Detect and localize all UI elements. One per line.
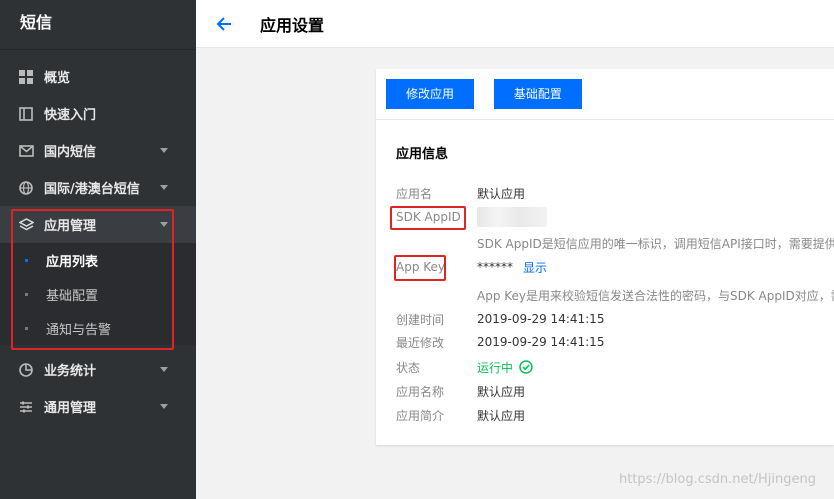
field-label: 最近修改: [396, 335, 445, 350]
sidebar-item-quickstart[interactable]: 快速入门: [0, 95, 196, 132]
chevron-down-icon: [160, 367, 168, 372]
sidebar-item-label: 快速入门: [44, 108, 97, 123]
chevron-down-icon: [160, 148, 168, 153]
book-icon: [18, 106, 34, 122]
sidebar-item-overview[interactable]: 概览: [0, 58, 196, 95]
sdk-appid-hint: SDK AppID是短信应用的唯一标识，调用短信API接口时，需要提供: [477, 237, 834, 251]
card-toolbar: 修改应用 基础配置: [376, 69, 834, 120]
sidebar-item-app-management[interactable]: 应用管理: [0, 206, 196, 243]
sidebar-item-domestic-sms[interactable]: 国内短信: [0, 132, 196, 169]
back-arrow-icon[interactable]: [214, 14, 234, 34]
bullet-icon: [25, 327, 28, 330]
row-app-name: 应用名 默认应用: [396, 184, 525, 202]
sidebar-subitem-label: 通知与告警: [46, 322, 112, 338]
sidebar: 短信 概览 快速入门 国内短信 国际/港澳台短信 应用管理 应用列表 基础配置 …: [0, 0, 196, 499]
page-header: 应用设置: [196, 0, 834, 48]
check-circle-icon: [519, 360, 533, 374]
bullet-icon: [25, 259, 28, 262]
chevron-down-icon: [160, 222, 168, 227]
status-text: 运行中: [477, 360, 514, 375]
row-sdk-appid: SDK AppID: [396, 207, 547, 227]
sidebar-item-label: 业务统计: [44, 364, 97, 379]
field-label: App Key: [396, 260, 446, 274]
sdk-appid-redacted: [477, 207, 547, 227]
field-label: 应用简介: [396, 408, 445, 423]
app-key-masked: ******: [477, 260, 513, 274]
sidebar-subitem-notify-alarm[interactable]: 通知与告警: [0, 311, 196, 345]
globe-icon: [18, 180, 34, 196]
sidebar-subitem-basic-config[interactable]: 基础配置: [0, 277, 196, 311]
sidebar-brand: 短信: [0, 0, 196, 50]
watermark: https://blog.csdn.net/Hjingeng: [618, 472, 816, 487]
chevron-down-icon: [160, 185, 168, 190]
row-app-key: App Key ****** 显示: [396, 258, 547, 276]
sidebar-nav: 概览 快速入门 国内短信 国际/港澳台短信 应用管理 应用列表 基础配置 通知与…: [0, 50, 196, 425]
row-full-name: 应用名称 默认应用: [396, 382, 525, 400]
field-label: SDK AppID: [396, 210, 461, 224]
field-value: 默认应用: [477, 408, 526, 423]
row-created: 创建时间 2019-09-29 14:41:15: [396, 310, 604, 328]
show-key-link[interactable]: 显示: [523, 259, 547, 276]
sliders-icon: [18, 399, 34, 415]
sidebar-item-label: 通用管理: [44, 401, 97, 416]
field-value: 2019-09-29 14:41:15: [477, 335, 605, 349]
status-badge: 运行中: [477, 359, 533, 376]
layers-icon: [18, 217, 34, 233]
sidebar-subitem-app-list[interactable]: 应用列表: [0, 243, 196, 277]
pie-chart-icon: [18, 362, 34, 378]
row-intro: 应用简介 默认应用: [396, 406, 525, 424]
chevron-down-icon: [160, 404, 168, 409]
sidebar-item-intl-sms[interactable]: 国际/港澳台短信: [0, 169, 196, 206]
app-info-card: 修改应用 基础配置 应用信息 应用名 默认应用 SDK AppID SDK Ap…: [376, 69, 834, 445]
sidebar-item-label: 应用管理: [44, 219, 97, 234]
row-modified: 最近修改 2019-09-29 14:41:15: [396, 333, 604, 351]
row-status: 状态 运行中: [396, 358, 533, 376]
app-key-hint: App Key是用来校验短信发送合法性的密码，与SDK AppID对应，需: [477, 289, 834, 303]
field-label: 状态: [396, 360, 421, 375]
field-label: 应用名称: [396, 384, 445, 399]
field-label: 创建时间: [396, 312, 445, 327]
mail-icon: [18, 143, 34, 159]
sidebar-group-app-management: 应用管理 应用列表 基础配置 通知与告警: [0, 206, 196, 345]
field-label: 应用名: [396, 186, 433, 201]
field-value: 2019-09-29 14:41:15: [477, 312, 605, 326]
basic-config-button[interactable]: 基础配置: [493, 79, 582, 109]
edit-app-button[interactable]: 修改应用: [386, 79, 475, 109]
bullet-icon: [25, 293, 28, 296]
sidebar-item-statistics[interactable]: 业务统计: [0, 351, 196, 388]
field-value: 默认应用: [477, 384, 526, 399]
sidebar-subitem-label: 基础配置: [46, 288, 99, 304]
sidebar-item-label: 国际/港澳台短信: [44, 182, 140, 197]
page-title: 应用设置: [260, 15, 325, 35]
field-value: 默认应用: [477, 186, 526, 201]
sidebar-item-label: 概览: [44, 71, 71, 86]
grid-icon: [18, 69, 34, 85]
sidebar-item-general[interactable]: 通用管理: [0, 388, 196, 425]
sidebar-item-label: 国内短信: [44, 145, 97, 160]
section-title: 应用信息: [396, 147, 449, 162]
sidebar-subitem-label: 应用列表: [46, 254, 99, 270]
